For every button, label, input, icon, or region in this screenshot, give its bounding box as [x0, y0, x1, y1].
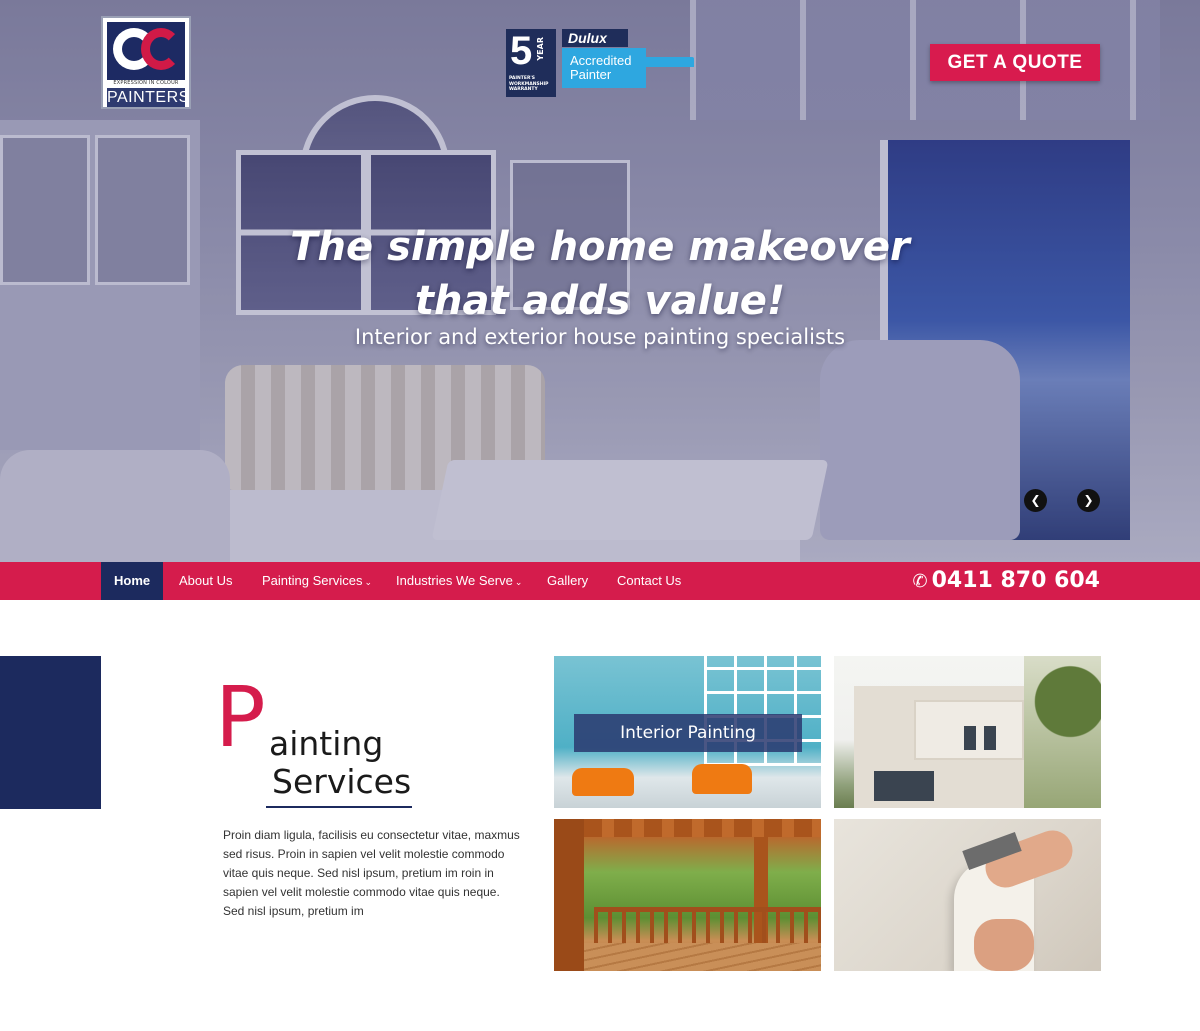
warranty-badge: 5 YEAR PAINTER'S WORKMANSHIP WARRANTY: [506, 29, 556, 97]
warranty-year-word: YEAR: [536, 37, 545, 61]
logo-c-shape: [141, 28, 181, 70]
service-tile-interior-painting[interactable]: Interior Painting: [554, 656, 821, 808]
decorative-navy-block: [0, 656, 101, 809]
nav-item-label: Home: [114, 573, 151, 588]
tile-deck-beam: [554, 819, 821, 837]
service-tile-wallpaper[interactable]: [834, 819, 1101, 971]
services-description: Proin diam ligula, facilisis eu consecte…: [223, 828, 520, 918]
nav-item-painting-services[interactable]: Painting Services ⌄: [249, 562, 385, 600]
phone-number-text: 0411 870 604: [931, 568, 1100, 593]
tile-palm-tree: [1024, 656, 1101, 808]
hero-banner: EXPRESSION IN COLOUR PAINTERS 5 YEAR PAI…: [0, 0, 1200, 562]
slider-next-button[interactable]: ❯: [1077, 489, 1100, 512]
paint-roller-icon: [644, 57, 694, 73]
chevron-down-icon: ⌄: [514, 577, 523, 587]
dulux-brand: Dulux: [562, 29, 628, 47]
service-tile-deck[interactable]: [554, 819, 821, 971]
logo-mark: [107, 22, 185, 80]
phone-icon: ✆: [912, 571, 928, 592]
nav-item-label: Gallery: [547, 573, 589, 588]
hero-headline: The simple home makeover that adds value…: [280, 220, 920, 328]
logo-word: PAINTERS: [107, 88, 190, 107]
chevron-left-icon: ❮: [1030, 493, 1041, 507]
accredited-painter-label: Accredited Painter: [562, 48, 646, 88]
tile-orange-chair: [572, 768, 634, 796]
tile-hand: [974, 919, 1034, 971]
get-a-quote-button[interactable]: GET A QUOTE: [930, 44, 1100, 81]
slider-prev-button[interactable]: ❮: [1024, 489, 1047, 512]
tile-deck-post: [554, 819, 584, 971]
main-nav: Home About Us Painting Services ⌄ Industr…: [0, 562, 1200, 600]
tile-orange-chair: [692, 764, 752, 794]
tile-house-garage: [874, 771, 934, 801]
hero-headline-line1: The simple home makeover: [290, 224, 910, 270]
service-tile-exterior-house[interactable]: [834, 656, 1101, 808]
services-heading-line1: ainting: [269, 724, 384, 763]
hero-headline-line2: that adds value!: [414, 278, 786, 324]
heading-underline: [266, 806, 412, 808]
nav-item-industries-we-serve[interactable]: Industries We Serve ⌄: [383, 562, 535, 600]
service-tile-label: Interior Painting: [574, 714, 802, 752]
chevron-down-icon: ⌄: [364, 577, 372, 587]
tile-house-window: [964, 726, 976, 750]
services-heading: P ainting Services: [215, 672, 435, 818]
services-heading-line2: Services: [272, 762, 412, 801]
chevron-right-icon: ❯: [1083, 493, 1094, 507]
tile-house: [854, 686, 1024, 808]
tile-deck-floor: [584, 943, 821, 971]
hero-subheadline: Interior and exterior house painting spe…: [354, 325, 846, 349]
services-heading-initial: P: [215, 668, 266, 766]
nav-item-home[interactable]: Home: [101, 562, 164, 600]
site-logo[interactable]: EXPRESSION IN COLOUR PAINTERS: [101, 16, 191, 109]
nav-item-contact-us[interactable]: Contact Us: [604, 562, 694, 600]
tile-deck-railing: [594, 907, 821, 943]
nav-item-label: Contact Us: [617, 573, 682, 588]
tile-house-window: [984, 726, 996, 750]
warranty-text: PAINTER'S WORKMANSHIP WARRANTY: [509, 76, 549, 92]
logo-tagline: EXPRESSION IN COLOUR: [113, 80, 179, 86]
nav-item-label: About Us: [179, 573, 233, 588]
nav-item-label: Painting Services: [262, 573, 363, 588]
nav-item-about-us[interactable]: About Us: [166, 562, 245, 600]
dulux-accreditation-badge: 5 YEAR PAINTER'S WORKMANSHIP WARRANTY Du…: [506, 29, 694, 99]
warranty-years: 5: [510, 29, 533, 73]
phone-number[interactable]: ✆ 0411 870 604: [913, 562, 1101, 600]
nav-item-gallery[interactable]: Gallery: [534, 562, 601, 600]
nav-item-label: Industries We Serve: [396, 573, 513, 588]
